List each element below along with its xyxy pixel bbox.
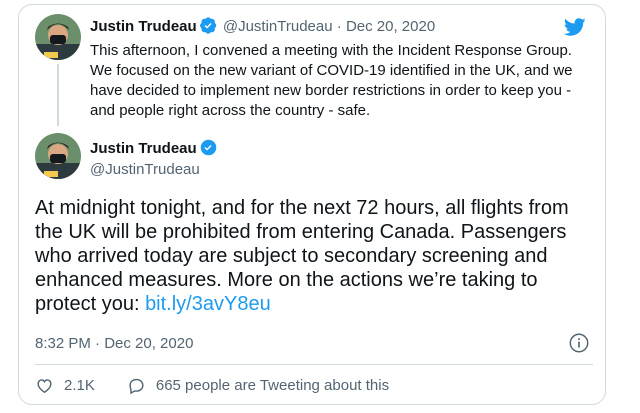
- tweet-timestamp[interactable]: 8:32 PM · Dec 20, 2020: [35, 334, 193, 354]
- main-tweet-text: At midnight tonight, and for the next 72…: [35, 196, 595, 316]
- like-count: 2.1K: [64, 376, 95, 394]
- parent-tweet-header: Justin Trudeau @JustinTrudeau · Dec 20, …: [90, 17, 435, 37]
- tweet-date[interactable]: Dec 20, 2020: [346, 18, 435, 35]
- author-handle[interactable]: @JustinTrudeau: [90, 160, 200, 180]
- author-name[interactable]: Justin Trudeau: [90, 140, 197, 157]
- profile-photo: [35, 14, 81, 60]
- thread-connector-line: [57, 64, 59, 126]
- tweet-link[interactable]: bit.ly/3avY8eu: [145, 293, 271, 315]
- avatar[interactable]: [35, 14, 81, 60]
- tweet-actions: 2.1K 665 people are Tweeting about this: [35, 375, 389, 395]
- info-icon[interactable]: [568, 332, 590, 354]
- tweet-body: At midnight tonight, and for the next 72…: [35, 197, 569, 315]
- heart-icon: [37, 378, 52, 393]
- like-button[interactable]: 2.1K: [35, 376, 95, 395]
- twitter-bird-icon[interactable]: [562, 16, 588, 38]
- divider: [35, 364, 593, 365]
- tweeting-count-text: 665 people are Tweeting about this: [155, 376, 390, 394]
- verified-badge-icon: [199, 17, 216, 34]
- parent-tweet-text: This afternoon, I convened a meeting wit…: [90, 42, 573, 119]
- separator-dot: ·: [336, 18, 342, 35]
- chat-bubble-icon: [129, 378, 144, 394]
- author-name[interactable]: Justin Trudeau: [90, 18, 197, 35]
- verified-badge-icon: [200, 139, 216, 156]
- author-handle[interactable]: @JustinTrudeau: [223, 18, 333, 35]
- main-author-name-row: Justin Trudeau: [90, 139, 219, 159]
- tweeting-about-link[interactable]: 665 people are Tweeting about this: [127, 376, 389, 395]
- profile-photo: [35, 133, 81, 179]
- avatar[interactable]: [35, 133, 81, 179]
